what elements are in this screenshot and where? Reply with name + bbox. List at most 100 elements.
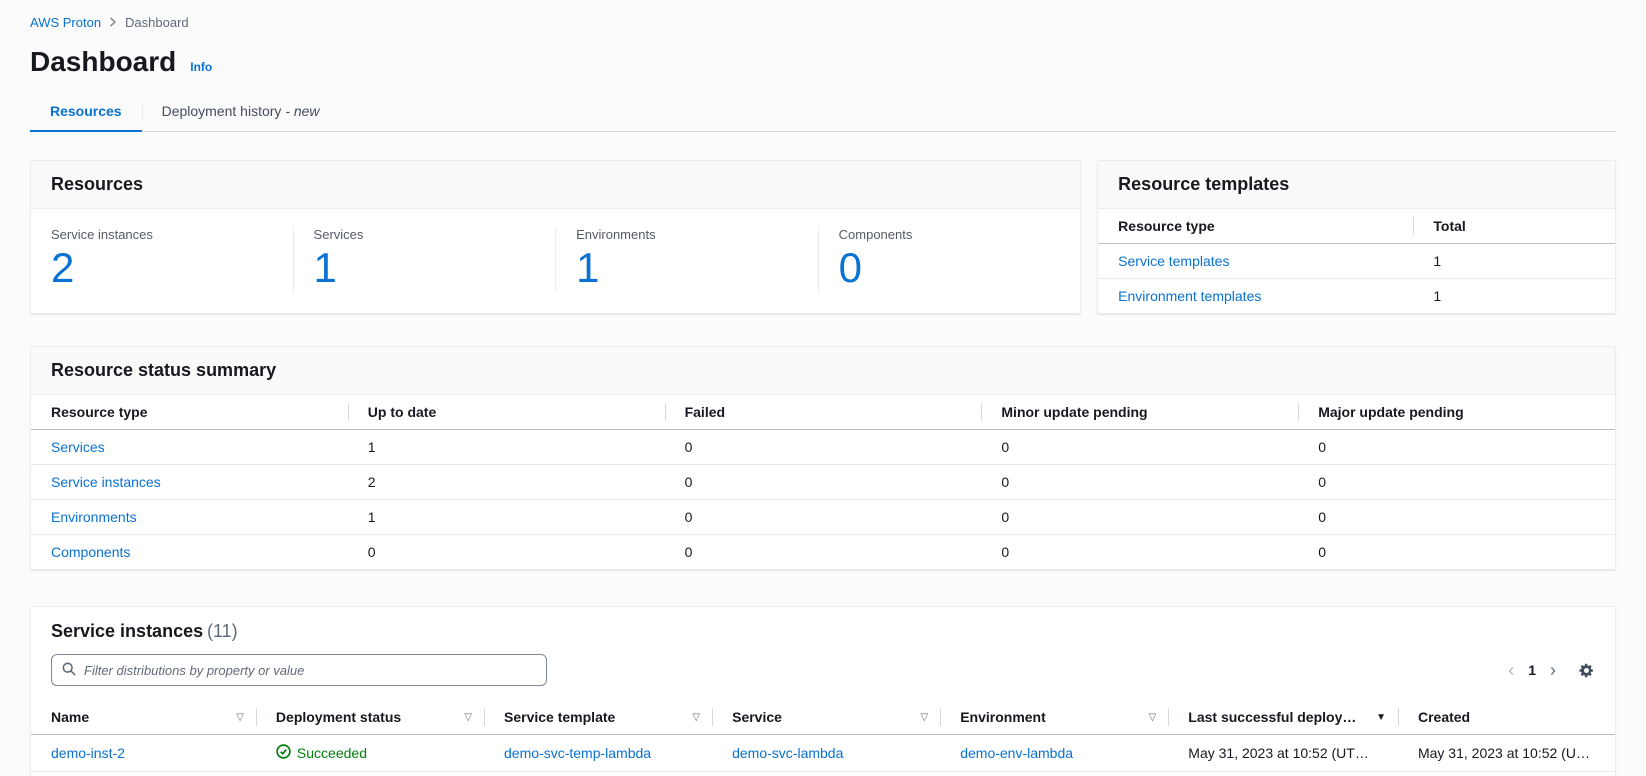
sort-caret-icon[interactable]: ▽ (1143, 712, 1157, 723)
metric-service-instances: Service instances 2 (31, 227, 294, 292)
breadcrumb-separator-icon (109, 15, 117, 30)
service-instances-link[interactable]: Service instances (51, 474, 161, 490)
column-header-minor-update-pending: Minor update pending (981, 395, 1298, 430)
breadcrumb-aws-proton-link[interactable]: AWS Proton (30, 15, 101, 30)
sort-caret-icon[interactable]: ▽ (915, 712, 929, 723)
metric-value-link[interactable]: 1 (314, 244, 536, 292)
major-pending-value: 0 (1298, 535, 1615, 570)
status-summary-card-header: Resource status summary (31, 347, 1615, 395)
top-cards-row: Resources Service instances 2 Services 1… (30, 160, 1616, 314)
major-pending-value: 0 (1298, 430, 1615, 465)
environment-templates-link[interactable]: Environment templates (1118, 288, 1261, 304)
sort-descending-icon[interactable]: ▼ (1376, 712, 1386, 723)
column-header-deployment-status[interactable]: Deployment status▽ (256, 700, 484, 735)
metric-label: Environments (576, 227, 798, 242)
column-header-major-update-pending: Major update pending (1298, 395, 1615, 430)
column-header-service-template[interactable]: Service template▽ (484, 700, 712, 735)
minor-pending-value: 0 (981, 535, 1298, 570)
table-row: demo-inst-2 Succeeded demo-svc-temp-lamb… (31, 735, 1615, 772)
current-page-number[interactable]: 1 (1528, 662, 1536, 678)
info-link[interactable]: Info (190, 60, 212, 74)
status-summary-table: Resource type Up to date Failed Minor up… (31, 395, 1615, 569)
up-to-date-value: 0 (348, 535, 665, 570)
breadcrumb-current: Dashboard (125, 15, 189, 30)
resource-templates-card: Resource templates Resource type Total S… (1097, 160, 1616, 314)
minor-pending-value: 0 (981, 500, 1298, 535)
column-header-environment[interactable]: Environment▽ (940, 700, 1168, 735)
environment-templates-total: 1 (1413, 279, 1615, 314)
service-templates-link[interactable]: Service templates (1118, 253, 1229, 269)
previous-page-icon[interactable]: ‹ (1508, 661, 1514, 679)
filter-input[interactable] (84, 663, 536, 678)
status-badge: Succeeded (276, 744, 464, 762)
components-link[interactable]: Components (51, 544, 130, 560)
metric-environments: Environments 1 (556, 227, 819, 292)
failed-value: 0 (665, 465, 982, 500)
tab-deployment-history-new-badge: - new (285, 103, 319, 119)
metric-value-link[interactable]: 2 (51, 244, 273, 292)
up-to-date-value: 2 (348, 465, 665, 500)
minor-pending-value: 0 (981, 465, 1298, 500)
metric-components: Components 0 (819, 227, 1081, 292)
minor-pending-value: 0 (981, 430, 1298, 465)
table-row: Service templates 1 (1098, 244, 1615, 279)
environment-link[interactable]: demo-env-lambda (960, 745, 1148, 761)
metric-label: Components (839, 227, 1061, 242)
major-pending-value: 0 (1298, 500, 1615, 535)
column-header-created[interactable]: Created (1398, 700, 1615, 735)
services-link[interactable]: Services (51, 439, 105, 455)
metric-services: Services 1 (294, 227, 557, 292)
column-header-service[interactable]: Service▽ (712, 700, 940, 735)
table-row: demo-inst-1 Succeeded demo-svc-temp-lamb… (31, 772, 1615, 776)
proton-dashboard-page: AWS Proton Dashboard Dashboard Info Reso… (0, 0, 1646, 776)
next-page-icon[interactable]: › (1550, 661, 1556, 679)
title-row: Dashboard Info (30, 36, 1616, 92)
search-icon (62, 662, 76, 679)
created-timestamp: May 31, 2023 at 10:52 (UTC-4:00) (1418, 745, 1595, 761)
sort-caret-icon[interactable]: ▽ (230, 712, 244, 723)
sort-caret-icon[interactable]: ▽ (686, 712, 700, 723)
service-link[interactable]: demo-svc-lambda (732, 745, 920, 761)
up-to-date-value: 1 (348, 430, 665, 465)
tab-deployment-history-label: Deployment history (162, 103, 282, 119)
resource-templates-card-title: Resource templates (1118, 174, 1289, 194)
failed-value: 0 (665, 500, 982, 535)
column-header-resource-type: Resource type (31, 395, 348, 430)
table-row: Services 1 0 0 0 (31, 430, 1615, 465)
service-template-link[interactable]: demo-svc-temp-lambda (504, 745, 692, 761)
pagination: ‹ 1 › (1508, 661, 1556, 679)
status-summary-card-title: Resource status summary (51, 360, 276, 380)
metric-label: Service instances (51, 227, 273, 242)
column-header-last-successful-deployment[interactable]: Last successful deployment▼ (1168, 700, 1398, 735)
table-row: Environments 1 0 0 0 (31, 500, 1615, 535)
failed-value: 0 (665, 430, 982, 465)
tab-resources[interactable]: Resources (30, 92, 142, 132)
metric-value-link[interactable]: 1 (576, 244, 798, 292)
status-label: Succeeded (297, 745, 367, 761)
environments-link[interactable]: Environments (51, 509, 137, 525)
up-to-date-value: 1 (348, 500, 665, 535)
sort-caret-icon[interactable]: ▽ (458, 712, 472, 723)
page-title: Dashboard (30, 46, 176, 78)
column-header-name[interactable]: Name▽ (31, 700, 256, 735)
resources-card-title: Resources (51, 174, 143, 194)
major-pending-value: 0 (1298, 465, 1615, 500)
table-row: Environment templates 1 (1098, 279, 1615, 314)
service-instances-card: Service instances (11) ‹ 1 › (30, 606, 1616, 776)
column-header-failed: Failed (665, 395, 982, 430)
service-instances-card-title: Service instances (51, 621, 203, 641)
instance-name-link[interactable]: demo-inst-2 (51, 745, 236, 761)
service-templates-total: 1 (1413, 244, 1615, 279)
service-instances-card-header: Service instances (11) (31, 607, 1615, 642)
resource-templates-table: Resource type Total Service templates 1 … (1098, 209, 1615, 313)
column-header-up-to-date: Up to date (348, 395, 665, 430)
column-header-resource-type: Resource type (1098, 209, 1413, 244)
metric-value-link[interactable]: 0 (839, 244, 1061, 292)
table-settings-gear-icon[interactable] (1578, 662, 1595, 679)
table-row: Components 0 0 0 0 (31, 535, 1615, 570)
tab-deployment-history[interactable]: Deployment history - new (142, 92, 340, 131)
success-check-icon (276, 744, 291, 762)
resource-templates-card-header: Resource templates (1098, 161, 1615, 209)
last-deployment-timestamp: May 31, 2023 at 10:52 (UTC-4:00) (1188, 745, 1378, 761)
resources-card: Resources Service instances 2 Services 1… (30, 160, 1081, 314)
